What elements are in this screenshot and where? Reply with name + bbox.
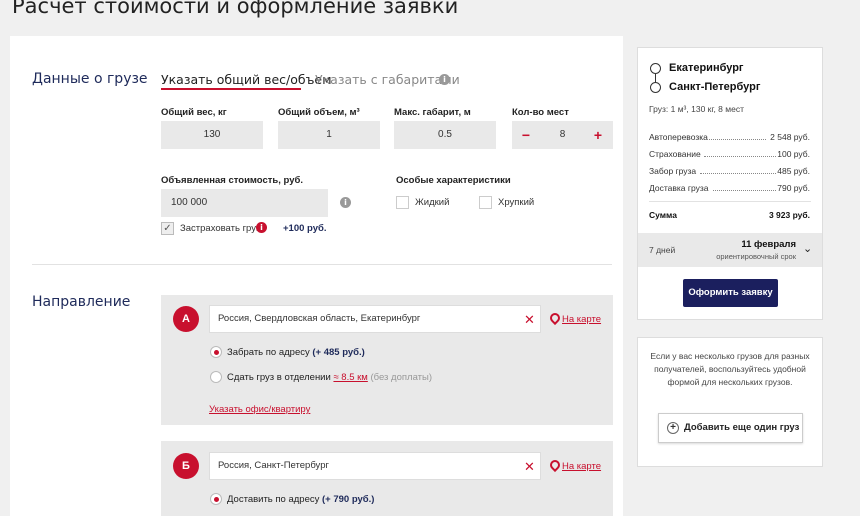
add-cargo-button-label: Добавить еще один груз	[684, 422, 800, 433]
declared-value-input[interactable]: 100 000	[161, 189, 328, 217]
cost-value-delivery: 790 руб.	[777, 183, 810, 193]
order-summary-card: Екатеринбург Санкт-Петербург Груз: 1 м³,…	[637, 47, 823, 320]
destination-dot-icon	[650, 82, 661, 93]
map-pin-icon	[547, 457, 563, 473]
summary-from-city: Екатеринбург	[669, 62, 744, 74]
route-point-b: Б Россия, Санкт-Петербург ✕ На карте Дос…	[161, 441, 613, 516]
eta-days: 7 дней	[649, 245, 676, 255]
cost-value-insurance: 100 руб.	[777, 149, 810, 159]
places-minus-button[interactable]: −	[515, 121, 537, 149]
max-dimension-input[interactable]: 0.5	[394, 121, 496, 149]
declared-value-info-icon[interactable]: i	[340, 197, 351, 208]
cost-label-pickup: Забор груза	[649, 166, 697, 176]
summary-cargo-info: Груз: 1 м³, 130 кг, 8 мест	[649, 104, 744, 114]
map-pin-icon	[547, 310, 563, 326]
direction-section-title: Направление	[32, 294, 131, 310]
pickup-price: (+ 485 руб.)	[312, 347, 365, 358]
insure-checkbox[interactable]: ✓	[161, 222, 174, 235]
dropoff-label: Сдать груз в отделении ≈ 8.5 км (без доп…	[227, 372, 432, 383]
point-a-badge: А	[173, 306, 199, 332]
pickup-label-text: Забрать по адресу	[227, 347, 310, 358]
origin-map-link[interactable]: На карте	[562, 314, 601, 325]
special-characteristics-label: Особые характеристики	[396, 175, 511, 186]
dropoff-label-text: Сдать груз в отделении	[227, 372, 331, 383]
fragile-label: Хрупкий	[498, 197, 535, 208]
places-label: Кол-во мест	[512, 107, 569, 118]
eta-note: ориентировочный срок	[716, 252, 796, 261]
delivery-label-text: Доставить по адресу	[227, 494, 320, 505]
eta-panel[interactable]: 7 дней 11 февраля ориентировочный срок ⌄	[638, 233, 822, 267]
fragile-checkbox[interactable]	[479, 196, 492, 209]
max-dimension-label: Макс. габарит, м	[394, 107, 471, 118]
cost-label-insurance: Страхование	[649, 149, 701, 159]
total-label: Сумма	[649, 210, 677, 220]
eta-date: 11 февраля	[741, 239, 796, 250]
chevron-down-icon[interactable]: ⌄	[803, 242, 812, 255]
point-b-badge: Б	[173, 453, 199, 479]
volume-label: Общий объем, м³	[278, 107, 360, 118]
destination-address-input[interactable]: Россия, Санкт-Петербург	[209, 452, 541, 480]
dropoff-radio[interactable]	[210, 371, 222, 383]
pickup-radio[interactable]	[210, 346, 222, 358]
pickup-label: Забрать по адресу (+ 485 руб.)	[227, 347, 365, 358]
insure-label: Застраховать груз	[180, 223, 261, 234]
cost-label-delivery: Доставка груза	[649, 183, 709, 193]
volume-input[interactable]: 1	[278, 121, 380, 149]
weight-label: Общий вес, кг	[161, 107, 227, 118]
plus-circle-icon: +	[667, 422, 679, 434]
delivery-radio[interactable]	[210, 493, 222, 505]
specify-office-link[interactable]: Указать офис/квартиру	[209, 404, 310, 415]
main-form-card: Данные о грузе Указать общий вес/объем У…	[10, 36, 623, 516]
cost-dots	[706, 133, 766, 140]
scroll-edge	[848, 0, 860, 516]
cargo-section-title: Данные о грузе	[32, 71, 148, 87]
delivery-price: (+ 790 руб.)	[322, 494, 375, 505]
destination-clear-icon[interactable]: ✕	[524, 460, 535, 473]
origin-clear-icon[interactable]: ✕	[524, 313, 535, 326]
weight-input[interactable]: 130	[161, 121, 263, 149]
tab-total-weight[interactable]: Указать общий вес/объем	[161, 72, 332, 87]
origin-address-input[interactable]: Россия, Свердловская область, Екатеринбу…	[209, 305, 541, 333]
section-divider	[32, 264, 612, 265]
cost-value-pickup: 485 руб.	[777, 166, 810, 176]
summary-to-city: Санкт-Петербург	[669, 81, 761, 93]
total-value: 3 923 руб.	[768, 210, 810, 220]
insure-price: +100 руб.	[283, 223, 327, 234]
active-tab-underline	[161, 88, 301, 90]
multi-cargo-card: Если у вас несколько грузов для разных п…	[637, 337, 823, 467]
info-icon[interactable]: i	[439, 74, 450, 85]
submit-order-button[interactable]: Оформить заявку	[683, 279, 778, 307]
route-point-a: А Россия, Свердловская область, Екатерин…	[161, 295, 613, 425]
insure-info-icon[interactable]: i	[256, 222, 267, 233]
delivery-label: Доставить по адресу (+ 790 руб.)	[227, 494, 374, 505]
cost-value-transport: 2 548 руб.	[770, 132, 810, 142]
dropoff-note: (без доплаты)	[370, 372, 432, 383]
declared-value-label: Объявленная стоимость, руб.	[161, 175, 304, 186]
cost-label-transport: Автоперевозка	[649, 132, 708, 142]
places-plus-button[interactable]: +	[587, 121, 609, 149]
page-title: Расчет стоимости и оформление заявки	[12, 0, 459, 18]
origin-dot-icon	[650, 63, 661, 74]
summary-divider	[649, 201, 811, 202]
add-cargo-button[interactable]: + Добавить еще один груз	[658, 413, 803, 443]
dropoff-distance-link[interactable]: ≈ 8.5 км	[333, 372, 367, 383]
multi-cargo-text: Если у вас несколько грузов для разных п…	[650, 351, 810, 387]
destination-map-link[interactable]: На карте	[562, 461, 601, 472]
liquid-label: Жидкий	[415, 197, 450, 208]
liquid-checkbox[interactable]	[396, 196, 409, 209]
